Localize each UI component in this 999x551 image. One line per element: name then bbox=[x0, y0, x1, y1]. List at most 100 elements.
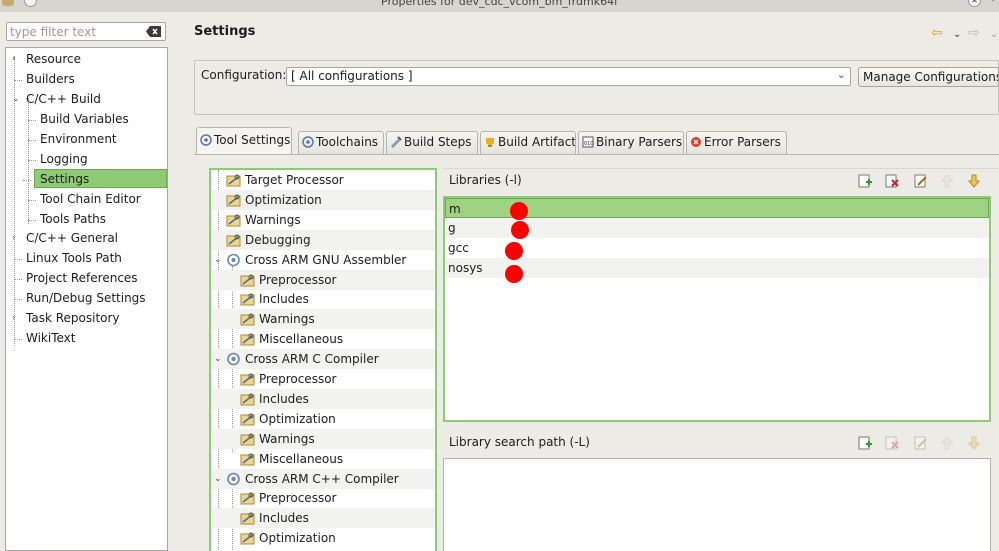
tool-icon bbox=[227, 352, 240, 366]
settings-tree-label: Target Processor bbox=[245, 173, 344, 187]
settings-tree-item-debugging[interactable]: Debugging bbox=[211, 229, 435, 250]
build-artifact-icon bbox=[486, 138, 494, 147]
back-arrow-icon[interactable]: ⇦ bbox=[931, 25, 943, 41]
nav-item-label: Logging bbox=[40, 152, 88, 166]
settings-tree-label: Optimization bbox=[259, 531, 336, 546]
nav-item-run-debug-settings[interactable]: Run/Debug Settings bbox=[14, 289, 146, 308]
settings-tree-item-miscellaneous[interactable]: Miscellaneous bbox=[211, 329, 435, 349]
nav-item-label: Settings bbox=[40, 172, 90, 186]
settings-tree-label: Miscellaneous bbox=[259, 332, 344, 347]
settings-tree-item-miscellaneous[interactable]: Miscellaneous bbox=[211, 449, 435, 469]
back-menu-chevron-icon[interactable]: ⌄ bbox=[953, 29, 961, 40]
nav-item-project-references[interactable]: Project References bbox=[14, 269, 138, 288]
settings-tree-item-optimization[interactable]: Optimization bbox=[211, 189, 435, 210]
filter-input[interactable] bbox=[10, 24, 140, 39]
move-up-icon[interactable] bbox=[939, 173, 955, 189]
settings-tree-item-target-processor[interactable]: Target Processor bbox=[211, 170, 435, 190]
settings-tree-item-preprocessor[interactable]: Preprocessor bbox=[211, 269, 435, 290]
tree-guide-line bbox=[14, 279, 22, 280]
settings-tree-item-warnings[interactable]: Warnings bbox=[211, 428, 435, 449]
settings-tree-item-includes[interactable]: Includes bbox=[211, 289, 435, 309]
manage-configurations-button[interactable]: Manage Configurations... bbox=[858, 67, 999, 87]
tab-binary-parsers[interactable]: 010 Binary Parsers bbox=[578, 131, 684, 154]
forward-arrow-icon[interactable]: ⇨ bbox=[968, 25, 980, 41]
expanded-chevron-icon[interactable]: ⌄ bbox=[214, 250, 222, 270]
forward-menu-chevron-icon[interactable]: ⌄ bbox=[990, 29, 998, 40]
settings-tree-item-cross-arm-c-compiler[interactable]: ⌄ Cross ARM C Compiler bbox=[211, 349, 435, 370]
highlight-marker bbox=[505, 265, 523, 283]
settings-tree-item-optimization[interactable]: Optimization bbox=[211, 409, 435, 429]
tab-label: Tool Settings bbox=[214, 133, 291, 147]
settings-tree-item-cross-arm-gnu-assembler[interactable]: ⌄ Cross ARM GNU Assembler bbox=[211, 250, 435, 270]
page-title: Settings bbox=[194, 24, 256, 39]
collapsed-chevron-icon[interactable]: › bbox=[12, 229, 22, 248]
tab-toolchains[interactable]: Toolchains bbox=[298, 131, 384, 154]
expanded-chevron-icon[interactable]: ⌄ bbox=[214, 469, 222, 489]
configuration-select[interactable]: [ All configurations ] ⌄ bbox=[286, 67, 851, 86]
add-icon[interactable] bbox=[857, 173, 873, 189]
settings-tree-label: Warnings bbox=[259, 431, 315, 446]
edit-icon[interactable] bbox=[913, 435, 929, 451]
settings-tree-item-warnings[interactable]: Warnings bbox=[211, 210, 435, 230]
settings-tree-label: Preprocessor bbox=[259, 272, 337, 287]
nav-item-build-variables[interactable]: Build Variables bbox=[28, 110, 129, 129]
settings-tree-item-preprocessor[interactable]: Preprocessor bbox=[211, 488, 435, 508]
settings-tree-item-includes[interactable]: Includes bbox=[211, 388, 435, 409]
nav-item-environment[interactable]: Environment bbox=[28, 130, 117, 149]
nav-item-task-repository[interactable]: › Task Repository bbox=[12, 309, 120, 328]
property-page-tree[interactable]: › Resource Builders ⌄ C/C++ Build Build Varia… bbox=[5, 47, 168, 551]
nav-item-label: Run/Debug Settings bbox=[26, 291, 146, 305]
settings-tree-item-optimization[interactable]: Optimization bbox=[211, 528, 435, 548]
nav-item-tools-paths[interactable]: Tools Paths bbox=[28, 210, 106, 229]
nav-item-settings[interactable]: Settings bbox=[23, 169, 167, 188]
delete-icon[interactable] bbox=[884, 173, 900, 189]
highlight-marker bbox=[505, 242, 523, 260]
nav-item-label: Build Variables bbox=[40, 112, 129, 126]
nav-item-c-c-build[interactable]: ⌄ C/C++ Build bbox=[12, 90, 101, 109]
move-up-icon[interactable] bbox=[939, 435, 955, 451]
tab-tool-settings[interactable]: Tool Settings bbox=[196, 127, 292, 154]
settings-tree-item-includes[interactable]: Includes bbox=[211, 508, 435, 529]
settings-tree-label: Optimization bbox=[245, 192, 322, 207]
library-item[interactable]: nosys bbox=[445, 258, 989, 278]
option-category-icon bbox=[240, 413, 255, 426]
chevron-down-icon[interactable]: ⌄ bbox=[837, 68, 846, 81]
clear-filter-icon[interactable] bbox=[146, 26, 161, 37]
error-parsers-icon bbox=[691, 137, 701, 147]
nav-item-tool-chain-editor[interactable]: Tool Chain Editor bbox=[28, 190, 141, 209]
nav-item-builders[interactable]: Builders bbox=[14, 70, 75, 89]
nav-item-linux-tools-path[interactable]: Linux Tools Path bbox=[14, 249, 122, 268]
collapsed-chevron-icon[interactable]: › bbox=[12, 50, 22, 69]
option-category-icon bbox=[240, 512, 255, 525]
tree-guide-line bbox=[28, 200, 36, 201]
tab-build-steps[interactable]: Build Steps bbox=[386, 131, 478, 154]
delete-icon[interactable] bbox=[884, 435, 900, 451]
settings-tree-item-cross-arm-c++-compiler[interactable]: ⌄ Cross ARM C++ Compiler bbox=[211, 468, 435, 489]
option-category-icon bbox=[240, 274, 255, 286]
tab-build-artifact[interactable]: Build Artifact bbox=[480, 131, 576, 154]
tool-icon bbox=[227, 472, 240, 485]
move-down-icon[interactable] bbox=[966, 173, 982, 189]
nav-item-label: Linux Tools Path bbox=[26, 251, 122, 265]
nav-item-resource[interactable]: › Resource bbox=[12, 50, 81, 69]
nav-item-c-c-general[interactable]: › C/C++ General bbox=[12, 229, 118, 248]
settings-tree-label: Includes bbox=[259, 511, 309, 526]
edit-icon[interactable] bbox=[913, 173, 929, 189]
collapsed-chevron-icon[interactable]: › bbox=[12, 309, 22, 328]
move-down-icon[interactable] bbox=[966, 435, 982, 451]
library-item[interactable]: gcc bbox=[445, 238, 989, 258]
settings-tree-item-warnings[interactable]: Warnings bbox=[211, 309, 435, 330]
nav-item-wikitext[interactable]: WikiText bbox=[14, 329, 76, 348]
tab-error-parsers[interactable]: Error Parsers bbox=[686, 131, 787, 154]
nav-item-label: Task Repository bbox=[26, 311, 120, 325]
settings-tree-item-preprocessor[interactable]: Preprocessor bbox=[211, 369, 435, 389]
filter-field[interactable] bbox=[6, 22, 166, 41]
nav-item-logging[interactable]: Logging bbox=[28, 150, 88, 169]
expanded-chevron-icon[interactable]: ⌄ bbox=[12, 90, 22, 109]
add-icon[interactable] bbox=[857, 435, 873, 451]
window-menu-chevron-icon[interactable]: ⌄ bbox=[989, 0, 997, 4]
expanded-chevron-icon[interactable]: ⌄ bbox=[214, 349, 222, 369]
library-search-path-list[interactable] bbox=[443, 458, 991, 551]
toolchains-icon bbox=[302, 136, 314, 148]
tool-settings-tree[interactable]: Target Processor Optimization Warnings Debu… bbox=[209, 168, 437, 551]
